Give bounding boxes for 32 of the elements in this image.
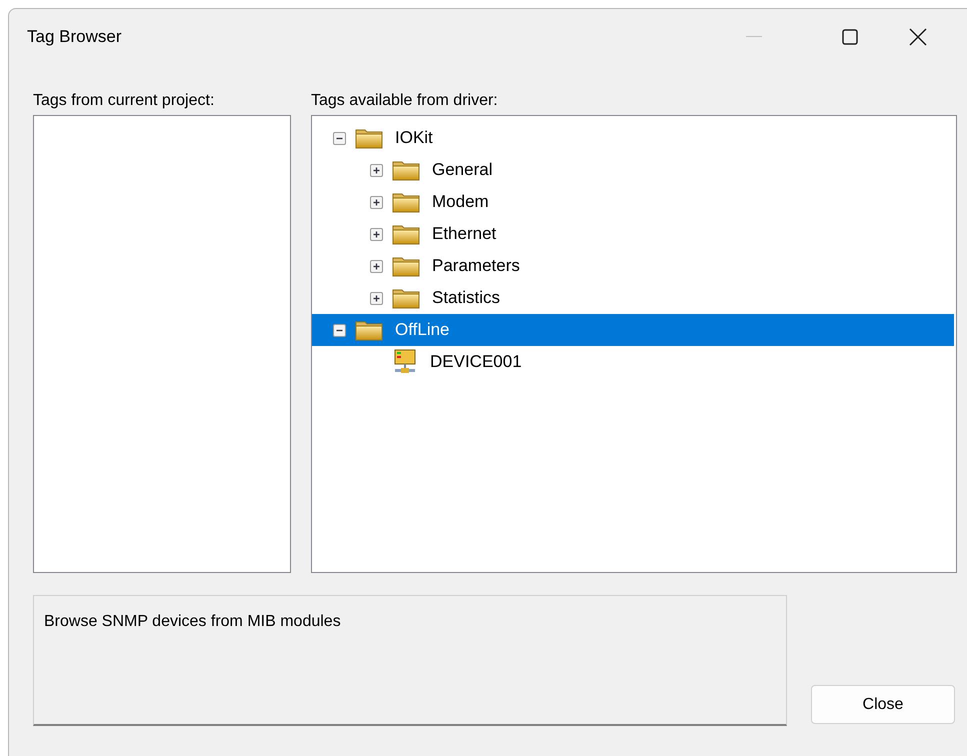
collapse-icon[interactable] (333, 324, 346, 336)
folder-icon (392, 223, 420, 245)
maximize-icon (842, 29, 858, 45)
tree-item[interactable]: Statistics (312, 282, 954, 314)
minimize-icon (746, 36, 762, 38)
expand-icon[interactable] (370, 260, 383, 272)
window-title: Tag Browser (27, 26, 122, 48)
panel-label: Tags from current project: (33, 91, 216, 111)
tree-item[interactable]: Parameters (312, 250, 954, 282)
folder-icon (392, 191, 420, 213)
folder-icon (392, 287, 420, 309)
close-button[interactable]: Close (811, 685, 955, 724)
network-device-icon (392, 349, 418, 375)
tree-item[interactable]: OffLine (312, 314, 954, 346)
expand-icon[interactable] (370, 164, 383, 176)
collapse-icon[interactable] (333, 132, 346, 144)
description-text: Browse SNMP devices from MIB modules (44, 613, 341, 630)
tree-item[interactable]: IOKit (312, 122, 954, 154)
driver-tags-tree[interactable]: IOKit General Modem Ethernet Parameters Statistics OffLine DEVICE001 (311, 115, 957, 573)
tree-item[interactable]: General (312, 154, 954, 186)
tree-item[interactable]: Ethernet (312, 218, 954, 250)
tree-item[interactable]: Modem (312, 186, 954, 218)
folder-icon (392, 159, 420, 181)
folder-icon (355, 319, 383, 341)
close-icon (909, 28, 927, 46)
tree-item[interactable]: DEVICE001 (312, 346, 954, 378)
expand-icon[interactable] (370, 196, 383, 208)
folder-icon (392, 255, 420, 277)
panel-label: Tags available from driver: (311, 91, 499, 111)
folder-icon (355, 127, 383, 149)
expand-icon[interactable] (370, 292, 383, 304)
expand-icon[interactable] (370, 228, 383, 240)
